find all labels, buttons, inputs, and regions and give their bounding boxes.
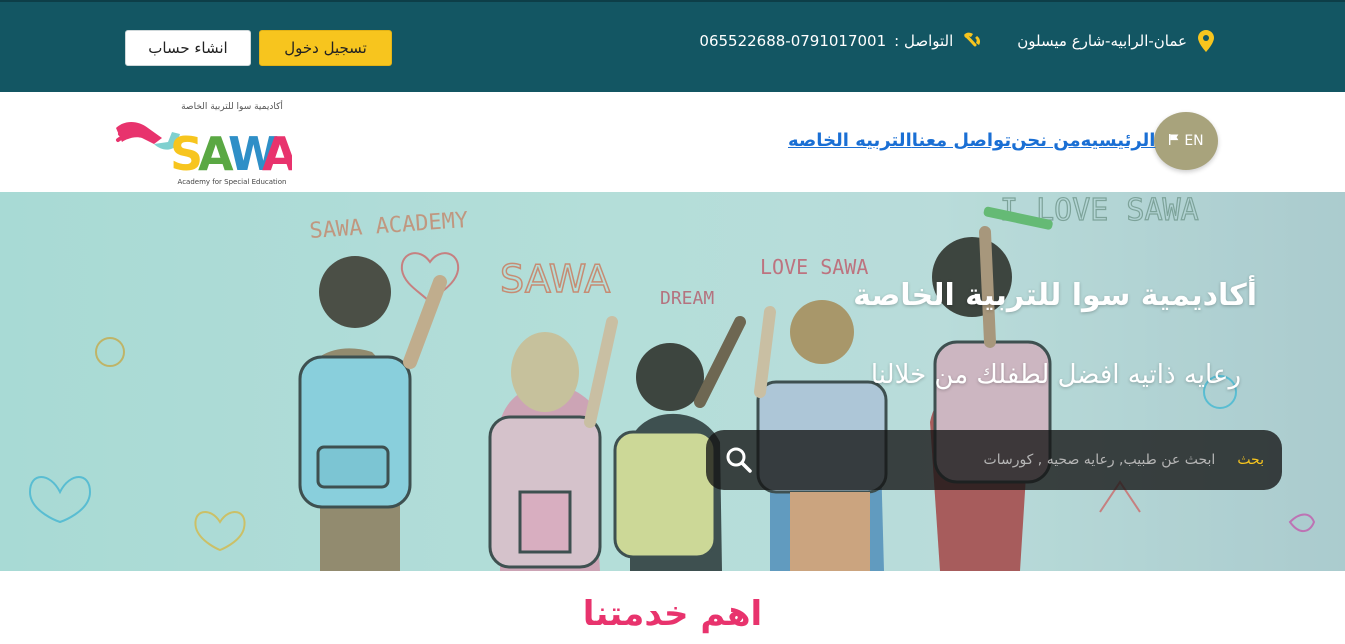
contact-info: عمان-الرابيه-شارع ميسلون التواصل : 06552… — [699, 30, 1217, 52]
main-nav: EN الرئيسيه من نحن تواصل معنا التربيه ال… — [0, 92, 1345, 192]
nav-contact[interactable]: تواصل معنا — [912, 130, 1011, 151]
search-input[interactable] — [754, 452, 1216, 468]
logo-english-tagline: Academy for Special Education — [178, 178, 287, 186]
search-bar: بحث — [706, 430, 1282, 490]
language-toggle[interactable]: EN — [1154, 112, 1218, 170]
hero-title: أكاديمية سوا للتربية الخاصة — [853, 278, 1257, 313]
contact-label: التواصل : — [894, 32, 954, 50]
sawa-logo[interactable]: أكاديمية سوا للتربية الخاصة S A W A Acad… — [114, 98, 298, 188]
nav-about[interactable]: من نحن — [1011, 130, 1081, 151]
nav-home[interactable]: الرئيسيه — [1081, 130, 1156, 151]
nav-special-education[interactable]: التربيه الخاصه — [788, 130, 912, 151]
flag-icon — [1168, 133, 1180, 149]
logo-arabic-tagline: أكاديمية سوا للتربية الخاصة — [181, 100, 283, 112]
phone-icon — [961, 30, 983, 52]
login-button[interactable]: تسجيل دخول — [259, 30, 392, 66]
location-pin-icon — [1195, 30, 1217, 52]
hero-subtitle: رعايه ذاتيه افضل لطفلك من خلالنا — [870, 360, 1241, 390]
nav-links: الرئيسيه من نحن تواصل معنا التربيه الخاص… — [788, 130, 1155, 151]
signup-button[interactable]: انشاء حساب — [125, 30, 251, 66]
address-text: عمان-الرابيه-شارع ميسلون — [1017, 32, 1187, 50]
svg-text:A: A — [262, 127, 292, 181]
hero-banner: SAWA ACADEMY SAWA LOVE SAWA DREAM I LOVE… — [0, 192, 1345, 571]
top-bar: انشاء حساب تسجيل دخول عمان-الرابيه-شارع … — [0, 0, 1345, 92]
services-title: اهم خدمتنا — [582, 594, 763, 634]
language-label: EN — [1184, 133, 1204, 149]
search-button[interactable]: بحث — [1237, 452, 1264, 468]
search-icon[interactable] — [724, 445, 754, 475]
contact-phones: 065522688-0791017001 — [699, 32, 887, 50]
